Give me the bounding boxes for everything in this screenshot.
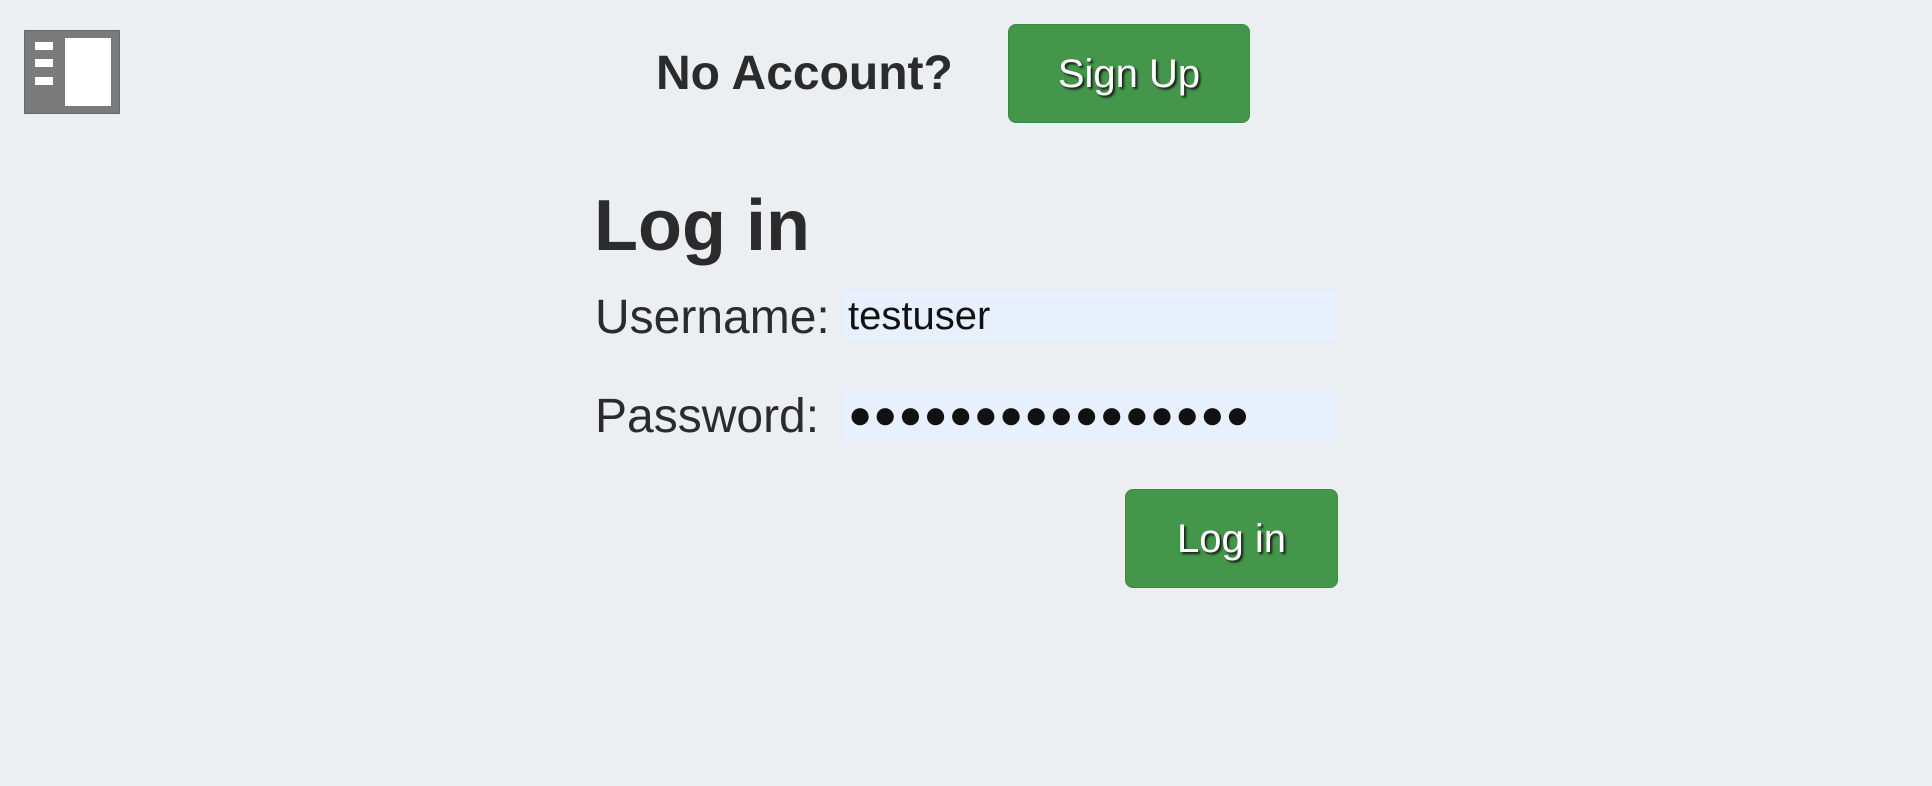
username-label: Username: xyxy=(595,291,830,344)
no-account-text: No Account? xyxy=(656,47,953,100)
username-input[interactable] xyxy=(842,290,1338,342)
sign-up-button[interactable]: Sign Up xyxy=(1008,24,1250,123)
password-label: Password: xyxy=(595,390,820,443)
page-title: Log in xyxy=(594,186,810,266)
password-input[interactable] xyxy=(842,389,1338,441)
log-in-button[interactable]: Log in xyxy=(1125,489,1338,588)
top-bar: No Account? Sign Up xyxy=(0,24,1932,123)
